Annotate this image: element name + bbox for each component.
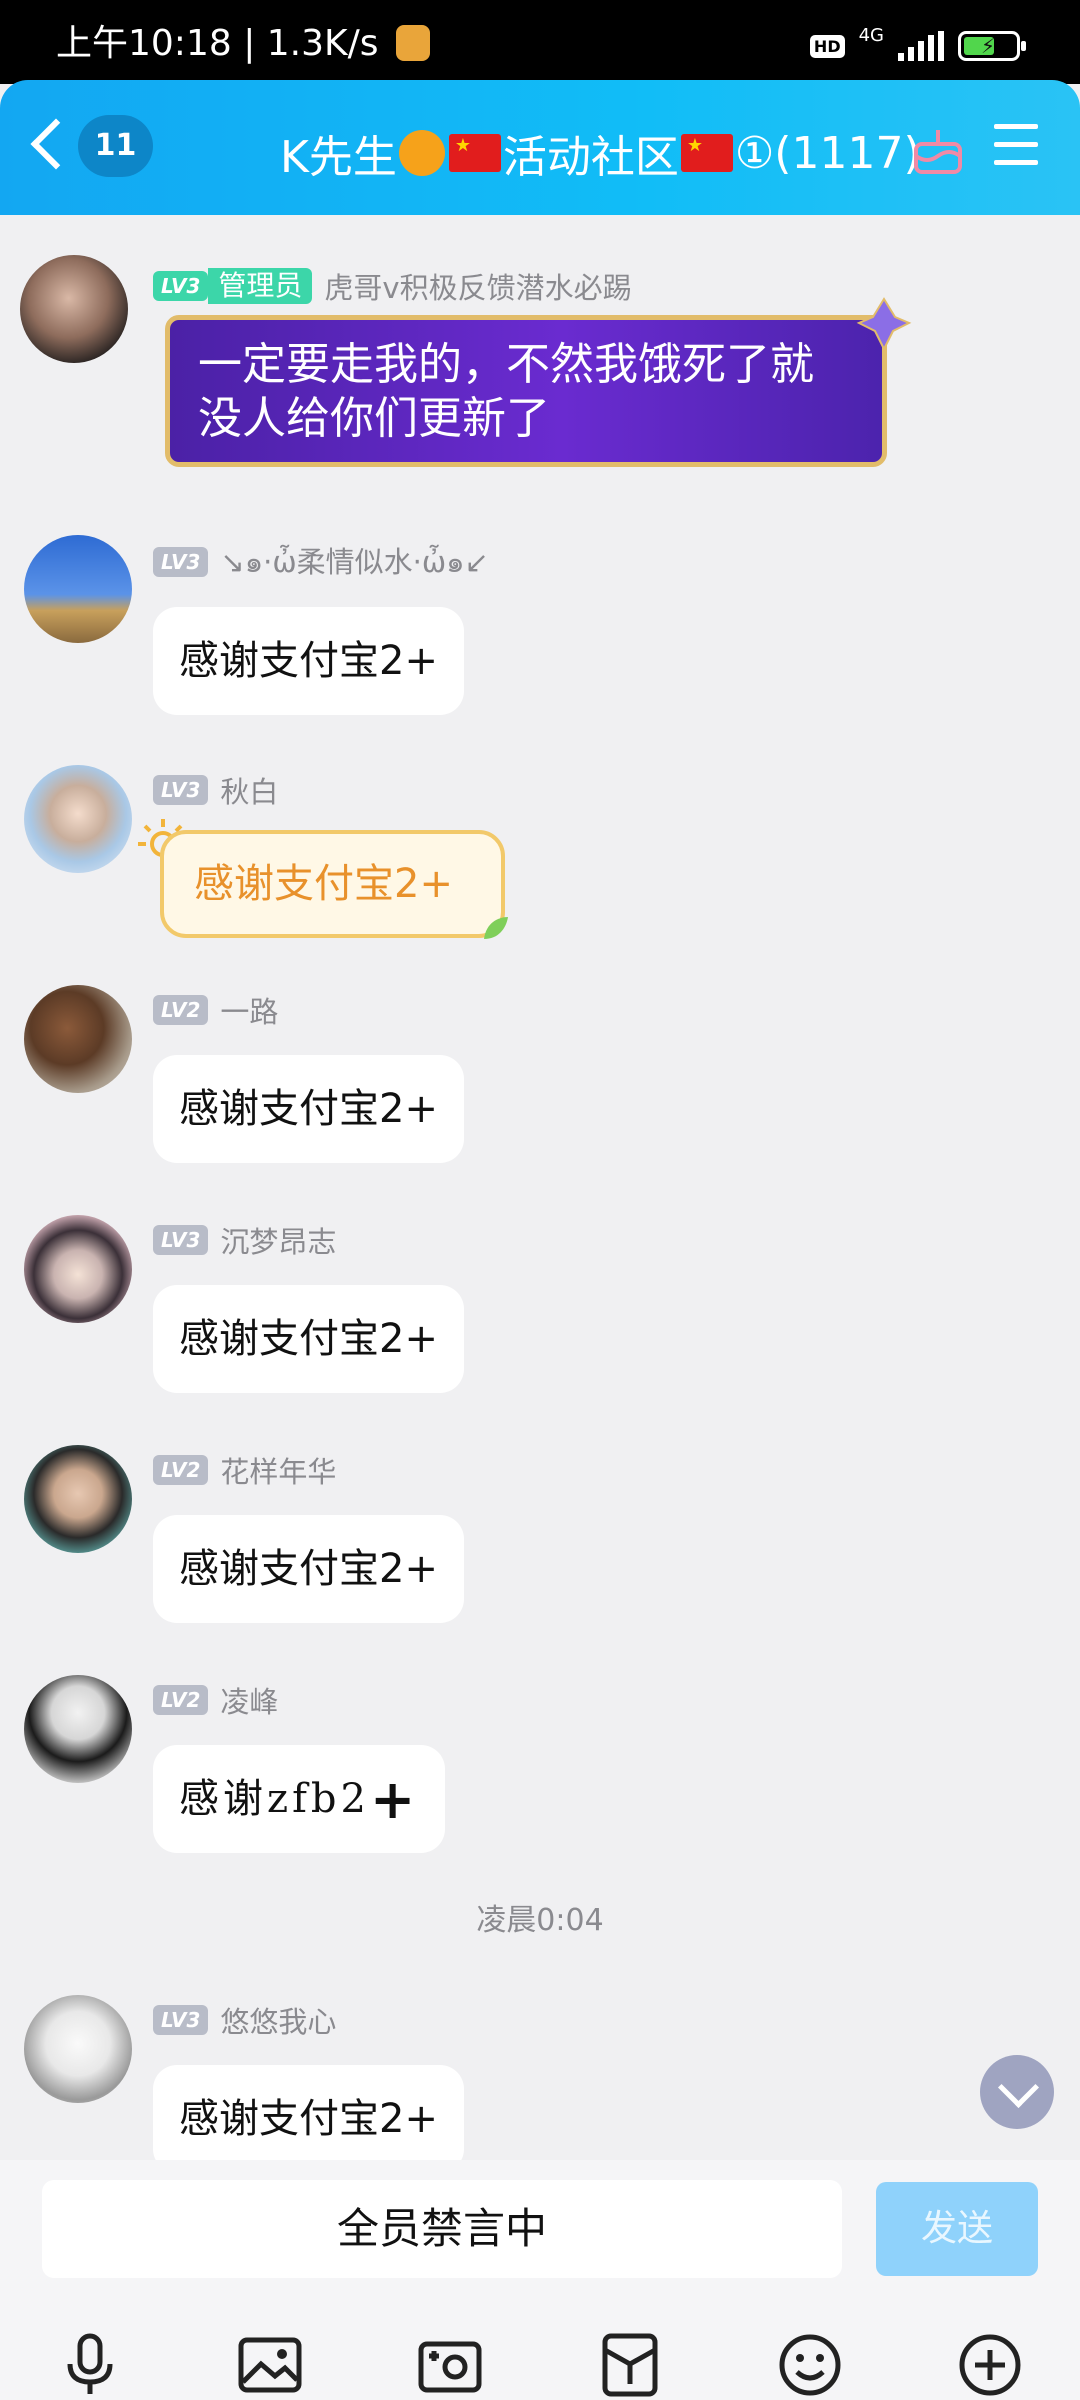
message-text-line: 没人给你们更新了 [198,393,550,444]
hd-icon: HD [809,34,845,58]
sender-row: LV3 ↘๑·ὦ柔情似水·ὦ๑↙ [153,539,489,585]
timestamp: 凌晨0:04 [476,1903,604,1938]
status-bar: 上午10:18 | 1.3K/s HD 4G ⚡ [0,0,1080,84]
scroll-to-bottom-button[interactable] [980,2055,1054,2129]
status-left: 上午10:18 | 1.3K/s [56,22,430,66]
sender-name[interactable]: 一路 [220,989,278,1031]
sender-name[interactable]: 沉梦昂志 [220,1219,336,1261]
network-type: 4G [858,25,884,46]
sender-name[interactable]: 花样年华 [220,1449,336,1491]
message-bubble[interactable]: 感谢支付宝2+ [153,2065,464,2160]
message-text: 感谢zfb2 [179,1776,370,1822]
message-bubble[interactable]: 感谢支付宝2+ [153,1285,464,1393]
battery-icon: ⚡ [958,31,1026,61]
sender-row: LV3 沉梦昂志 [153,1219,336,1261]
level-badge: LV3 [153,775,209,805]
network-speed: 1.3K/s [266,23,379,64]
red-packet-icon[interactable] [595,2330,665,2400]
level-badge: LV3 [153,547,209,577]
sender-row: LV2 花样年华 [153,1449,336,1491]
muted-input-box[interactable]: 全员禁言中 [42,2180,842,2278]
sender-name[interactable]: 秋白 [220,769,278,811]
china-flag-icon [448,134,501,172]
crystal-decoration-icon [856,297,912,352]
sender-row: LV3 悠悠我心 [153,1999,336,2041]
title-suffix: ①(1117) [734,127,921,179]
status-time: 上午10:18 [56,23,232,64]
avatar[interactable] [24,1445,132,1553]
sender-name[interactable]: 虎哥v积极反馈潜水必踢 [324,265,631,307]
menu-icon[interactable] [994,124,1038,168]
message-bubble[interactable]: 感谢支付宝2+ [160,830,505,938]
avatar[interactable] [24,1675,132,1783]
message-text-line: 一定要走我的，不然我饿死了就 [198,339,814,390]
message-bubble[interactable]: 感谢支付宝2+ [153,1515,464,1623]
microphone-icon[interactable] [55,2330,125,2400]
level-badge: LV2 [153,995,209,1025]
level-badge: LV2 [153,1685,209,1715]
sender-name[interactable]: 悠悠我心 [220,1999,336,2041]
input-area: 全员禁言中 发送 [0,2160,1080,2400]
chat-list[interactable]: LV3 管理员 虎哥v积极反馈潜水必踢 一定要走我的，不然我饿死了就 没人给你们… [0,215,1080,2160]
chevron-left-icon [30,118,82,170]
avatar[interactable] [24,985,132,1093]
plus-icon[interactable] [955,2330,1025,2400]
admin-badge: 管理员 [208,268,313,304]
level-badge: LV2 [153,1455,209,1485]
chat-header: 11 K先生 活动社区 ①(1117) [0,80,1080,215]
sender-name[interactable]: 凌峰 [220,1679,278,1721]
send-button[interactable]: 发送 [876,2182,1038,2276]
sender-row: LV2 一路 [153,989,278,1031]
level-badge: LV3 [153,1225,209,1255]
message-plus-glyph: + [369,1767,420,1831]
unread-count-badge[interactable]: 11 [78,115,153,177]
notification-icon [395,25,430,61]
birthday-cake-icon[interactable] [912,122,964,176]
leaf-decoration-icon [484,917,508,939]
signal-icon [898,31,944,61]
message-bubble[interactable]: 一定要走我的，不然我饿死了就 没人给你们更新了 [165,315,887,467]
china-flag-icon [680,134,733,172]
sender-row: LV3 秋白 [153,769,278,811]
group-title[interactable]: K先生 活动社区 ①(1117) [280,118,921,188]
sender-name[interactable]: ↘๑·ὦ柔情似水·ὦ๑↙ [220,539,488,585]
message-bubble[interactable]: 感谢支付宝2+ [153,1055,464,1163]
input-toolbar [0,2330,1080,2400]
camera-icon[interactable] [415,2330,485,2400]
message-bubble[interactable]: 感谢zfb2+ [153,1745,446,1853]
image-icon[interactable] [235,2330,305,2400]
title-mid: 活动社区 [502,132,679,183]
avatar[interactable] [20,255,128,363]
sender-row: LV2 凌峰 [153,1679,278,1721]
level-badge: LV3 [153,2005,209,2035]
level-badge: LV3 [153,271,209,301]
sender-row: LV3 管理员 虎哥v积极反馈潜水必踢 [153,265,632,307]
avatar[interactable] [24,765,132,873]
message-bubble[interactable]: 感谢支付宝2+ [153,607,464,715]
avatar[interactable] [24,1215,132,1323]
status-right: HD 4G ⚡ [809,25,1026,66]
chevron-down-icon [997,2066,1040,2109]
avatar[interactable] [24,1995,132,2103]
emoji-icon[interactable] [775,2330,845,2400]
avatar[interactable] [24,535,132,643]
tiger-emoji-icon [398,130,445,176]
title-prefix: K先生 [280,132,397,183]
